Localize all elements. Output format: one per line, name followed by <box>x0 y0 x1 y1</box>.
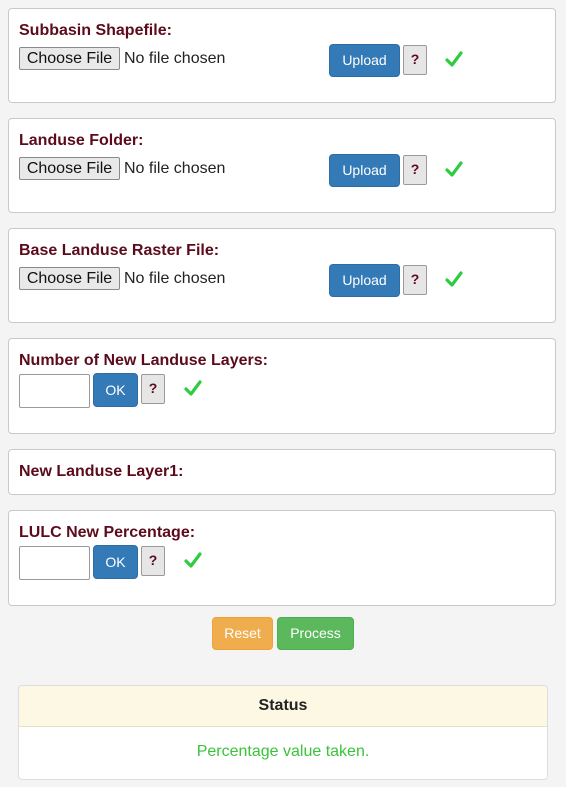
status-panel: Status Percentage value taken. <box>18 685 548 780</box>
subbasin-shapefile-panel: Subbasin Shapefile: Choose File No file … <box>8 8 556 103</box>
check-icon <box>445 51 463 67</box>
num-layers-label: Number of New Landuse Layers: <box>19 352 268 369</box>
lulc-percentage-ok-button[interactable]: OK <box>93 545 138 579</box>
num-layers-panel: Number of New Landuse Layers: OK ? <box>8 338 556 434</box>
landuse-folder-panel: Landuse Folder: Choose File No file chos… <box>8 118 556 213</box>
check-icon <box>184 380 202 396</box>
num-layers-help-button[interactable]: ? <box>141 374 165 404</box>
landuse-folder-upload-button[interactable]: Upload <box>329 154 400 187</box>
subbasin-choose-file-button[interactable]: Choose File <box>19 47 120 70</box>
num-layers-ok-button[interactable]: OK <box>93 373 138 407</box>
landuse-folder-help-button[interactable]: ? <box>403 155 427 185</box>
subbasin-file-status: No file chosen <box>124 50 226 67</box>
lulc-percentage-panel: LULC New Percentage: OK ? <box>8 510 556 606</box>
new-landuse-layer-label: New Landuse Layer1: <box>19 463 184 480</box>
base-raster-file-status: No file chosen <box>124 270 226 287</box>
landuse-folder-label: Landuse Folder: <box>19 132 144 149</box>
base-raster-help-button[interactable]: ? <box>403 265 427 295</box>
landuse-folder-file-status: No file chosen <box>124 160 226 177</box>
base-raster-label: Base Landuse Raster File: <box>19 242 220 259</box>
base-raster-panel: Base Landuse Raster File: Choose File No… <box>8 228 556 323</box>
reset-button[interactable]: Reset <box>212 617 273 650</box>
check-icon <box>445 161 463 177</box>
subbasin-upload-button[interactable]: Upload <box>329 44 400 77</box>
base-raster-choose-file-button[interactable]: Choose File <box>19 267 120 290</box>
status-message: Percentage value taken. <box>196 743 370 760</box>
check-icon <box>184 552 202 568</box>
lulc-percentage-label: LULC New Percentage: <box>19 524 196 541</box>
subbasin-help-button[interactable]: ? <box>403 45 427 75</box>
lulc-percentage-help-button[interactable]: ? <box>141 546 165 576</box>
landuse-folder-choose-file-button[interactable]: Choose File <box>19 157 120 180</box>
process-button[interactable]: Process <box>277 617 354 650</box>
num-layers-input[interactable] <box>19 374 90 408</box>
status-title: Status <box>19 686 547 727</box>
lulc-percentage-input[interactable] <box>19 546 90 580</box>
new-landuse-layer-panel: New Landuse Layer1: <box>8 449 556 495</box>
check-icon <box>445 271 463 287</box>
base-raster-upload-button[interactable]: Upload <box>329 264 400 297</box>
subbasin-shapefile-label: Subbasin Shapefile: <box>19 22 172 39</box>
